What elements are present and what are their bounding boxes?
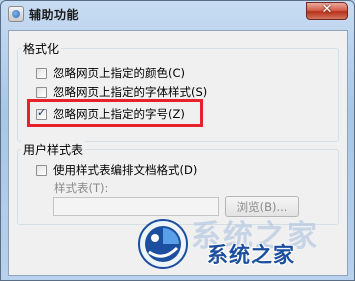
ignore-font-styles-label: 忽略网页上指定的字体样式(S) (53, 85, 208, 99)
formatting-group-legend: 格式化 (21, 40, 62, 57)
ignore-colors-checkbox[interactable] (36, 67, 47, 79)
watermark: 系统之家 系统之家 (129, 213, 355, 281)
ignore-colors-label: 忽略网页上指定的颜色(C) (53, 66, 186, 80)
dialog-window: 辅助功能 ✕ 格式化 忽略网页上指定的颜色(C) 忽略网页上指定的字体样式(S)… (0, 0, 355, 281)
title-bar[interactable]: 辅助功能 ✕ (1, 1, 354, 29)
use-stylesheet-option[interactable]: 使用样式表编排文档格式(D) (36, 162, 197, 178)
close-icon: ✕ (321, 2, 333, 17)
ignore-font-styles-checkbox[interactable] (36, 86, 47, 98)
stylesheet-path-label: 样式表(T): (54, 181, 109, 195)
close-button[interactable]: ✕ (306, 2, 348, 20)
ignore-font-styles-option[interactable]: 忽略网页上指定的字体样式(S) (36, 84, 207, 100)
globe-logo-icon (138, 219, 188, 269)
use-stylesheet-checkbox[interactable] (36, 164, 47, 176)
watermark-text: 系统之家 (207, 243, 295, 267)
window-title: 辅助功能 (29, 8, 80, 22)
use-stylesheet-label: 使用样式表编排文档格式(D) (53, 163, 198, 177)
accessibility-app-icon (8, 6, 24, 22)
ignore-colors-option[interactable]: 忽略网页上指定的颜色(C) (36, 65, 185, 81)
highlight-box (27, 99, 203, 127)
user-stylesheet-group-legend: 用户样式表 (21, 141, 86, 158)
